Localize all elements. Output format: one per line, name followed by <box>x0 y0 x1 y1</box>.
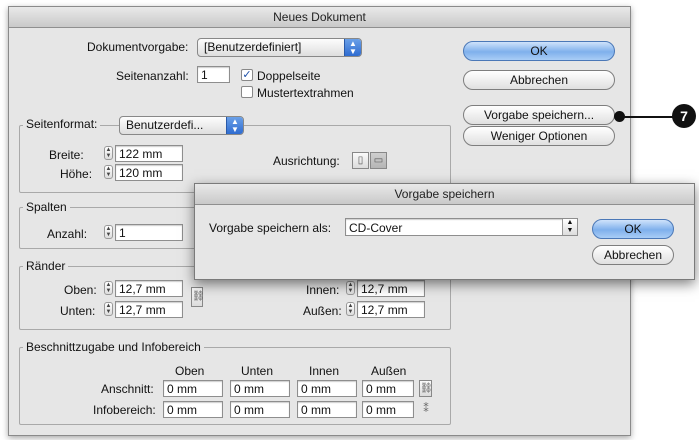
pages-input[interactable]: 1 <box>197 66 230 83</box>
bleed-bottom-input[interactable]: 0 mm <box>230 380 290 397</box>
orientation-label: Ausrichtung: <box>273 154 340 168</box>
cancel-button[interactable]: Abbrechen <box>463 70 615 90</box>
bleed-col-inside: Innen <box>309 364 340 378</box>
preset-value: [Benutzerdefiniert] <box>204 40 302 54</box>
bleed-inside-input[interactable]: 0 mm <box>297 380 357 397</box>
height-input[interactable]: 120 mm <box>115 164 183 181</box>
page-size-select[interactable]: Benutzerdefi... ▲ ▼ <box>119 116 244 135</box>
save-preset-dialog: Vorgabe speichern Vorgabe speichern als:… <box>194 183 695 280</box>
facing-pages-label: Doppelseite <box>257 69 321 83</box>
master-frame-label: Mustertextrahmen <box>257 86 354 100</box>
save-name-value: CD-Cover <box>349 221 403 235</box>
fewer-options-button[interactable]: Weniger Optionen <box>463 126 615 146</box>
margin-inside-input[interactable]: 12,7 mm <box>357 280 425 297</box>
chain-link-icon[interactable]: ⛓ <box>191 287 205 307</box>
page-size-value: Benutzerdefi... <box>126 118 204 132</box>
margin-bottom-stepper-icon[interactable]: ▲ ▼ <box>104 302 113 316</box>
save-name-input[interactable]: CD-Cover ▲ ▼ <box>345 218 578 236</box>
margin-outside-input[interactable]: 12,7 mm <box>357 301 425 318</box>
margin-top-stepper-icon[interactable]: ▲ ▼ <box>104 281 113 295</box>
save-cancel-button[interactable]: Abbrechen <box>592 245 674 265</box>
bleed-top-input[interactable]: 0 mm <box>163 380 223 397</box>
margin-top-label: Oben: <box>64 283 97 297</box>
margins-title: Ränder <box>23 259 69 273</box>
landscape-orientation-icon[interactable]: ▭ <box>370 152 387 169</box>
chain-link-broken-icon[interactable]: ⁑ <box>420 402 432 416</box>
margin-bottom-input[interactable]: 12,7 mm <box>115 301 183 318</box>
bleed-col-bottom: Unten <box>241 364 274 378</box>
preset-label: Dokumentvorgabe: <box>87 40 189 54</box>
margin-inside-stepper-icon[interactable]: ▲ ▼ <box>346 281 355 295</box>
slug-outside-input[interactable]: 0 mm <box>362 401 414 418</box>
master-frame-checkbox[interactable] <box>241 86 253 98</box>
ok-button[interactable]: OK <box>463 41 615 61</box>
bleed-row-label: Anschnitt: <box>101 382 154 396</box>
preset-select[interactable]: [Benutzerdefiniert] ▲ ▼ <box>197 38 362 57</box>
page-size-label: Seitenformat: <box>23 117 101 131</box>
save-name-label: Vorgabe speichern als: <box>209 221 332 235</box>
slug-inside-input[interactable]: 0 mm <box>297 401 357 418</box>
save-dialog-title: Vorgabe speichern <box>195 184 694 205</box>
slug-top-input[interactable]: 0 mm <box>163 401 223 418</box>
columns-count-label: Anzahl: <box>47 227 88 241</box>
bleed-col-outside: Außen <box>371 364 407 378</box>
columns-stepper-icon[interactable]: ▲ ▼ <box>104 225 113 239</box>
slug-bottom-input[interactable]: 0 mm <box>230 401 290 418</box>
height-label: Höhe: <box>60 167 93 181</box>
width-stepper-icon[interactable]: ▲ ▼ <box>104 146 113 160</box>
popup-arrows-icon: ▲ ▼ <box>226 117 243 134</box>
callout-number-badge: 7 <box>672 104 696 128</box>
window-title: Neues Dokument <box>9 7 630 28</box>
width-input[interactable]: 122 mm <box>115 145 183 162</box>
slug-row-label: Infobereich: <box>93 403 156 417</box>
columns-title: Spalten <box>23 200 70 214</box>
save-ok-button[interactable]: OK <box>592 219 674 239</box>
width-label: Breite: <box>49 148 84 162</box>
bleed-outside-input[interactable]: 0 mm <box>362 380 414 397</box>
combo-arrows-icon[interactable]: ▲ ▼ <box>562 219 577 235</box>
margin-top-input[interactable]: 12,7 mm <box>115 280 183 297</box>
margin-inside-label: Innen: <box>306 283 340 297</box>
margin-outside-label: Außen: <box>303 304 342 318</box>
popup-arrows-icon: ▲ ▼ <box>344 39 361 56</box>
margin-outside-stepper-icon[interactable]: ▲ ▼ <box>346 302 355 316</box>
bleed-col-top: Oben <box>175 364 205 378</box>
chain-link-icon[interactable]: ⛓ <box>419 380 433 397</box>
save-preset-button[interactable]: Vorgabe speichern... <box>463 105 615 125</box>
margin-bottom-label: Unten: <box>60 304 96 318</box>
columns-count-input[interactable]: 1 <box>115 224 183 241</box>
pages-label: Seitenanzahl: <box>116 69 189 83</box>
bleed-slug-title: Beschnittzugabe und Infobereich <box>23 340 204 354</box>
height-stepper-icon[interactable]: ▲ ▼ <box>104 165 113 179</box>
portrait-orientation-icon[interactable]: ▯ <box>352 152 369 169</box>
callout-line <box>624 116 676 118</box>
facing-pages-checkbox[interactable]: ✓ <box>241 69 253 81</box>
